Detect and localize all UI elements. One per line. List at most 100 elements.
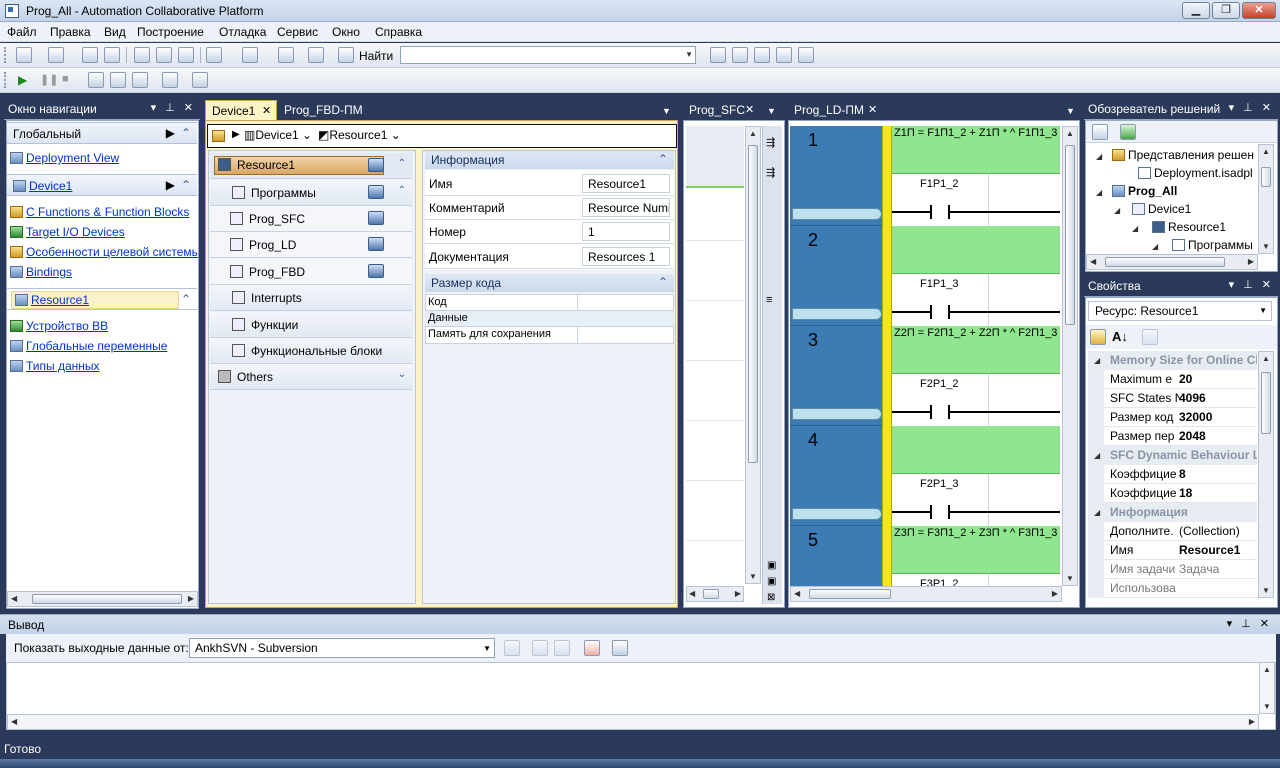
- scroll-left-icon[interactable]: ◀: [1090, 257, 1096, 266]
- deployment-label[interactable]: Deployment View: [26, 151, 119, 165]
- tab-prog-ld[interactable]: Prog_LD-ПМ ✕ ▼: [788, 100, 1084, 120]
- tree-expander-icon[interactable]: ◢: [1152, 242, 1158, 251]
- navigate-back-icon[interactable]: [278, 47, 294, 63]
- data-types-label[interactable]: Типы данных: [26, 359, 100, 373]
- property-value[interactable]: 8: [1179, 467, 1257, 481]
- clear-all-icon[interactable]: [584, 640, 600, 656]
- cut-icon[interactable]: [134, 47, 150, 63]
- play-icon[interactable]: ▶: [18, 73, 27, 87]
- menu-window[interactable]: Окно: [332, 25, 360, 39]
- output-vscrollbar[interactable]: ▲ ▼: [1259, 662, 1275, 714]
- nav-deployment-link[interactable]: Deployment View: [10, 151, 119, 165]
- property-row[interactable]: Имя Resource1: [1104, 541, 1257, 560]
- scroll-thumb[interactable]: [748, 145, 758, 463]
- pause-icon[interactable]: ❚❚: [40, 73, 58, 86]
- property-value[interactable]: 18: [1179, 486, 1257, 500]
- breakpoint-icon[interactable]: [162, 72, 178, 88]
- layout-icon[interactable]: [192, 72, 208, 88]
- expand-chevron-icon[interactable]: ⌄: [398, 369, 406, 380]
- splitter-icon[interactable]: ≡: [766, 294, 772, 306]
- cfunctions-label[interactable]: C Functions & Function Blocks: [26, 205, 189, 219]
- scroll-thumb[interactable]: [703, 589, 719, 599]
- database-icon[interactable]: [368, 158, 384, 172]
- property-value[interactable]: 4096: [1179, 391, 1257, 405]
- tree-expander-icon[interactable]: ◢: [1096, 188, 1102, 197]
- fit-icon[interactable]: ⊠: [767, 592, 775, 603]
- chevron-down-icon[interactable]: ▼: [483, 644, 491, 653]
- property-pages-icon[interactable]: [1142, 329, 1158, 345]
- step-into-icon[interactable]: [110, 72, 126, 88]
- ld-rung[interactable]: 5 Z3П = F3П1_2 + Z3П * ^ F3П1_3 F3P1_2: [790, 526, 1060, 586]
- scroll-left-icon[interactable]: ◀: [794, 589, 800, 598]
- chevron-down-icon[interactable]: ▼: [685, 50, 693, 59]
- scroll-thumb[interactable]: [1105, 257, 1225, 267]
- category-expander-icon[interactable]: ◢: [1094, 508, 1100, 517]
- ld-hscrollbar[interactable]: ◀ ▶: [790, 586, 1062, 602]
- nav-resource-section[interactable]: Resource1 ⌃: [7, 288, 197, 310]
- sort-alpha-icon[interactable]: A↓: [1112, 329, 1128, 344]
- solution-item-deployment[interactable]: Deployment.isadpl: [1138, 166, 1256, 180]
- rung-comment[interactable]: Z2П = F2П1_2 + Z2П * ^ F2П1_3: [892, 326, 1060, 374]
- nav-target-io-link[interactable]: Target I/O Devices: [10, 225, 125, 239]
- nav-global-vars-link[interactable]: Глобальные переменные: [10, 339, 167, 353]
- property-value[interactable]: Resource1: [1179, 543, 1257, 557]
- stop-icon[interactable]: ■: [62, 73, 69, 85]
- rung-comment[interactable]: [892, 426, 1060, 474]
- chevron-down-icon[interactable]: ▼: [1259, 306, 1267, 315]
- rung-comment[interactable]: Z3П = F3П1_2 + Z3П * ^ F3П1_3: [892, 526, 1060, 574]
- find-previous-icon[interactable]: [532, 640, 548, 656]
- redo-icon[interactable]: [242, 47, 258, 63]
- ld-rung[interactable]: 4 F2P1_3: [790, 426, 1060, 526]
- properties-icon[interactable]: [754, 47, 770, 63]
- solution-item-device[interactable]: Device1: [1132, 202, 1191, 216]
- property-row[interactable]: Коэффицие 18: [1104, 484, 1257, 503]
- solution-vscrollbar[interactable]: ▲ ▼: [1258, 144, 1274, 254]
- sfc-vscrollbar[interactable]: ▲ ▼: [745, 126, 761, 584]
- collapse-chevron-icon[interactable]: ⌃: [181, 178, 191, 192]
- menu-tools[interactable]: Сервис: [277, 25, 318, 39]
- scroll-thumb[interactable]: [1261, 372, 1271, 434]
- property-value[interactable]: (Collection): [1179, 524, 1257, 538]
- toolbar-grip[interactable]: [4, 47, 7, 63]
- scroll-up-icon[interactable]: ▲: [1262, 147, 1270, 156]
- scroll-down-icon[interactable]: ▼: [1262, 586, 1270, 595]
- nav-io-device-link[interactable]: Устройство ВВ: [10, 319, 108, 333]
- property-category[interactable]: Информация: [1104, 503, 1257, 522]
- menu-debug[interactable]: Отладка: [219, 25, 266, 39]
- output-source-dropdown[interactable]: AnkhSVN - Subversion ▼: [189, 638, 495, 658]
- breadcrumb-device[interactable]: ▥Device1 ⌄: [244, 128, 312, 142]
- minimize-button[interactable]: ▁: [1182, 2, 1210, 19]
- property-value[interactable]: 20: [1179, 372, 1257, 386]
- nav-data-types-link[interactable]: Типы данных: [10, 359, 100, 373]
- save-icon[interactable]: [82, 47, 98, 63]
- copy-icon[interactable]: [156, 47, 172, 63]
- scroll-right-icon[interactable]: ▶: [735, 589, 741, 598]
- collapse-chevron-icon[interactable]: ⌃: [181, 292, 191, 306]
- close-icon[interactable]: ✕: [745, 103, 754, 116]
- refresh-icon[interactable]: [1120, 124, 1136, 140]
- solution-hscrollbar[interactable]: ◀ ▶: [1086, 254, 1258, 270]
- toolbox-icon[interactable]: [776, 47, 792, 63]
- menu-file[interactable]: Файл: [7, 25, 37, 39]
- scroll-up-icon[interactable]: ▲: [749, 129, 757, 138]
- show-all-files-icon[interactable]: [1092, 124, 1108, 140]
- scroll-thumb[interactable]: [809, 589, 891, 599]
- io-device-label[interactable]: Устройство ВВ: [26, 319, 108, 333]
- paste-icon[interactable]: [178, 47, 194, 63]
- breadcrumb-arrow-icon[interactable]: ▶: [232, 129, 240, 140]
- expand-arrow-icon[interactable]: ▶: [166, 178, 175, 192]
- find-in-files-icon[interactable]: [710, 47, 726, 63]
- global-vars-label[interactable]: Глобальные переменные: [26, 339, 167, 353]
- find-combobox[interactable]: ▼: [400, 46, 696, 64]
- panel-pin-close-icons[interactable]: ▾ ⊥ ✕: [1229, 101, 1274, 114]
- panel-pin-close-icons[interactable]: ▾ ⊥ ✕: [151, 101, 196, 114]
- tab-list-dropdown-icon[interactable]: ▼: [767, 106, 776, 116]
- property-row[interactable]: Размер пер 2048: [1104, 427, 1257, 446]
- find-icon[interactable]: [338, 47, 354, 63]
- scroll-right-icon[interactable]: ▶: [1248, 257, 1254, 266]
- menu-view[interactable]: Вид: [104, 25, 126, 39]
- step-out-icon[interactable]: [132, 72, 148, 88]
- contact-label[interactable]: F2P1_3: [920, 478, 959, 490]
- nav-global-section[interactable]: Глобальный ▶ ⌃: [7, 122, 197, 144]
- contact-label[interactable]: F1P1_2: [920, 178, 959, 190]
